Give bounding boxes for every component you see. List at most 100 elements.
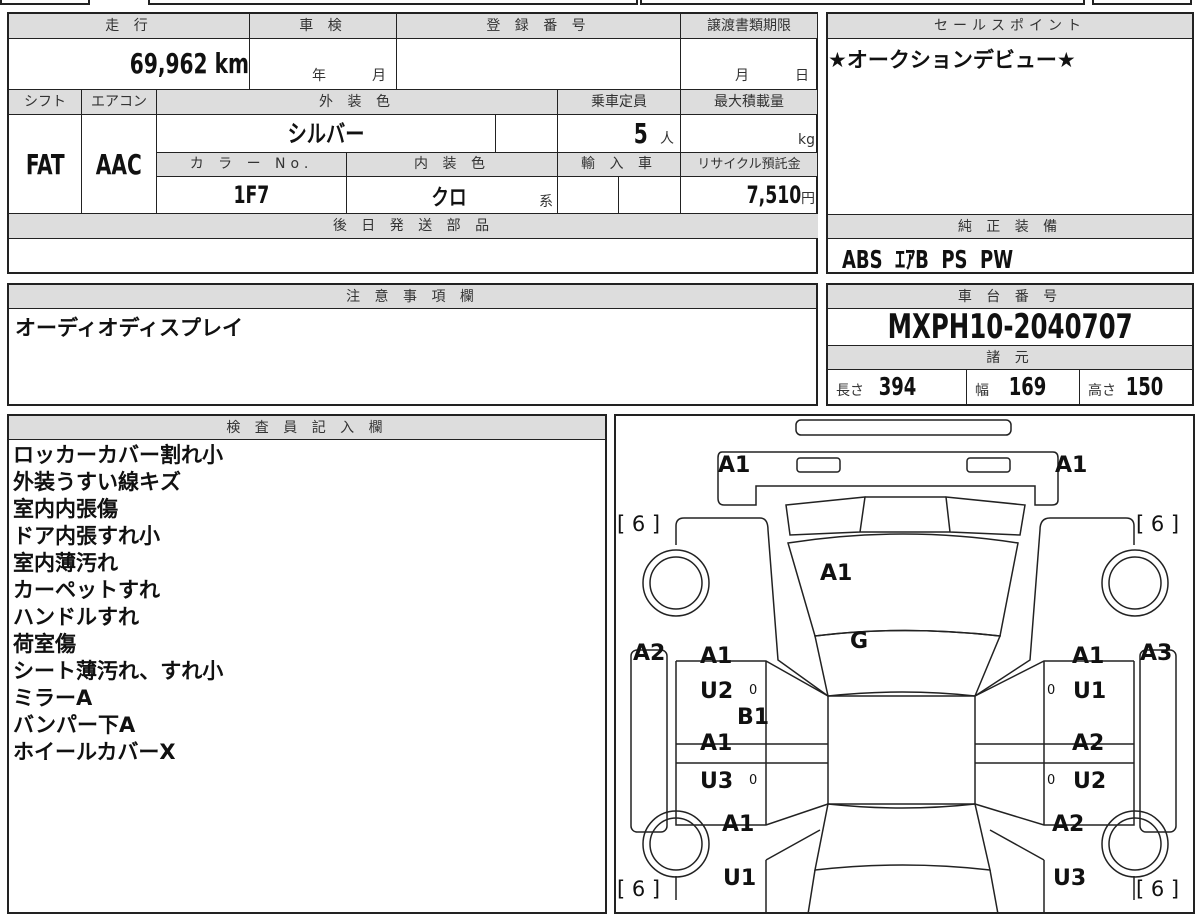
max-load-unit: kg [798,132,815,148]
recycle-fee-cell: 7,510円 [681,177,818,214]
damage-mark: U2 [1073,769,1106,794]
registration-value [397,39,681,90]
transfer-deadline-cell: 月 日 [681,39,818,90]
tire-depth-label: [ 6 ] [617,512,660,536]
mileage-value: 69,962 km [129,47,249,80]
shift-value: FAT [25,148,65,181]
sales-point-header: セールスポイント [828,14,1192,39]
left-side-panel [630,649,668,833]
damage-mark: A2 [633,641,665,666]
height-label: 高さ [1088,383,1116,399]
year-unit: 年 [312,68,326,84]
top-strip-box [640,0,1085,5]
car-diagram: A1 A1A1GA2 A1U2B1A1U3A1U1A3A1U1A2U2A2U3[ 6… [617,419,1179,914]
damage-mark: U3 [1053,866,1086,891]
color-no-cell: 1F7 [157,177,347,214]
inspector-note-line: 外装うすい線キズ [13,470,181,494]
recycle-fee-value: 7,510 [746,181,801,209]
notes-box: 注 意 事 項 欄 オーディオディスプレイ [7,283,818,406]
damage-mark: A1 [1072,644,1104,669]
capacity-cell: 5 人 [558,115,681,153]
max-load-cell: kg [681,115,818,153]
tire-depth-label: [ 6 ] [617,877,660,901]
chassis-box: 車 台 番 号 MXPH10-2040707 諸 元 長さ 394 幅 169 … [826,283,1194,406]
capacity-value: 5 [634,117,649,150]
small-mark: 0 [749,683,757,698]
registration-header: 登 録 番 号 [397,14,681,39]
mileage-cell: 69,962 km [9,39,250,90]
damage-mark: A2 [1052,812,1084,837]
equipment-value: ABS ｴｱB PS PW [842,245,1014,274]
aircon-value: AAC [95,148,142,181]
roof-shape [827,695,976,805]
damage-mark: U3 [700,769,733,794]
width-label: 幅 [975,383,989,399]
length-value: 394 [878,372,917,401]
notes-value: オーディオディスプレイ [15,316,244,340]
sales-point-box: セールスポイント ★オークションデビュー★ 純 正 装 備 ABS ｴｱB PS… [826,12,1194,274]
recycle-fee-unit: 円 [801,191,815,207]
chassis-number: MXPH10-2040707 [887,309,1133,346]
inspector-note-line: ロッカーカバー割れ小 [13,443,223,467]
damage-mark: U1 [1073,679,1106,704]
chassis-cell: MXPH10-2040707 [828,309,1192,346]
exterior-color-cell: シルバー [157,115,496,153]
spec-length: 長さ 394 [828,370,967,404]
height-value: 150 [1125,372,1164,401]
shift-cell: FAT [9,115,82,214]
aircon-header: エアコン [82,90,157,115]
damage-mark: A1 [820,561,852,586]
inspector-note-line: ドア内張すれ小 [13,524,160,548]
windshield-shape [814,803,991,871]
interior-color-header: 内 装 色 [347,153,558,177]
recycle-fee-header: リサイクル預託金 [681,153,818,177]
later-parts-value [9,239,818,272]
exterior-color-extra [496,115,558,153]
capacity-header: 乗車定員 [558,90,681,115]
damage-mark: A2 [1072,731,1104,756]
damage-mark: B1 [737,705,769,730]
import-cell-1 [558,177,619,214]
small-mark: 0 [749,773,757,788]
month-unit: 月 [735,68,749,84]
inspector-box: 検 査 員 記 入 欄 ロッカーカバー割れ小 外装うすい線キズ 室内内張傷 ドア内張す… [7,414,607,914]
inspection-header: 車 検 [250,14,397,39]
inspector-note-line: 荷室傷 [13,632,76,656]
interior-color-unit: 系 [539,194,553,210]
equipment-header: 純 正 装 備 [828,214,1192,239]
top-strip-box [0,0,90,5]
inspector-note-line: 室内内張傷 [13,497,118,521]
transfer-deadline-header: 譲渡書類期限 [681,14,818,39]
inspection-cell: 年 月 [250,39,397,90]
specs-header: 諸 元 [828,346,1192,370]
chassis-header: 車 台 番 号 [828,285,1192,309]
inspector-note-line: ホイールカバーX [13,740,176,764]
right-side-panel [1139,649,1177,833]
length-label: 長さ [836,383,864,399]
aircon-cell: AAC [82,115,157,214]
inspector-note-line: 室内薄汚れ [13,551,118,575]
inspector-note-line: シート薄汚れ、すれ小 [13,659,224,683]
rear-bumper-shape [795,419,1012,436]
inspector-note-line: ハンドルすれ [13,605,139,629]
top-strip-box [148,0,638,5]
small-mark: 0 [1047,773,1055,788]
interior-color-cell: クロ 系 [347,177,558,214]
damage-mark: A3 [1140,641,1172,666]
top-strip-box [1092,0,1192,5]
damage-mark: G [850,629,868,654]
spec-width: 幅 169 [967,370,1080,404]
tire-depth-label: [ 6 ] [1136,877,1179,901]
damage-mark: A1 [722,812,754,837]
inspector-note-line: ミラーA [13,686,93,710]
damage-mark: U2 [700,679,733,704]
color-no-header: カ ラ ー No. [157,153,347,177]
later-parts-header: 後 日 発 送 部 品 [9,214,818,239]
import-cell-2 [619,177,681,214]
width-value: 169 [1008,372,1047,401]
exterior-color-header: 外 装 色 [157,90,558,115]
small-mark: 0 [1047,683,1055,698]
rear-window-shape [814,629,1002,697]
inspector-notes-list: ロッカーカバー割れ小 外装うすい線キズ 室内内張傷 ドア内張すれ小 室内薄汚れ カーペット… [13,442,223,766]
damage-mark: A1 [1055,453,1087,478]
